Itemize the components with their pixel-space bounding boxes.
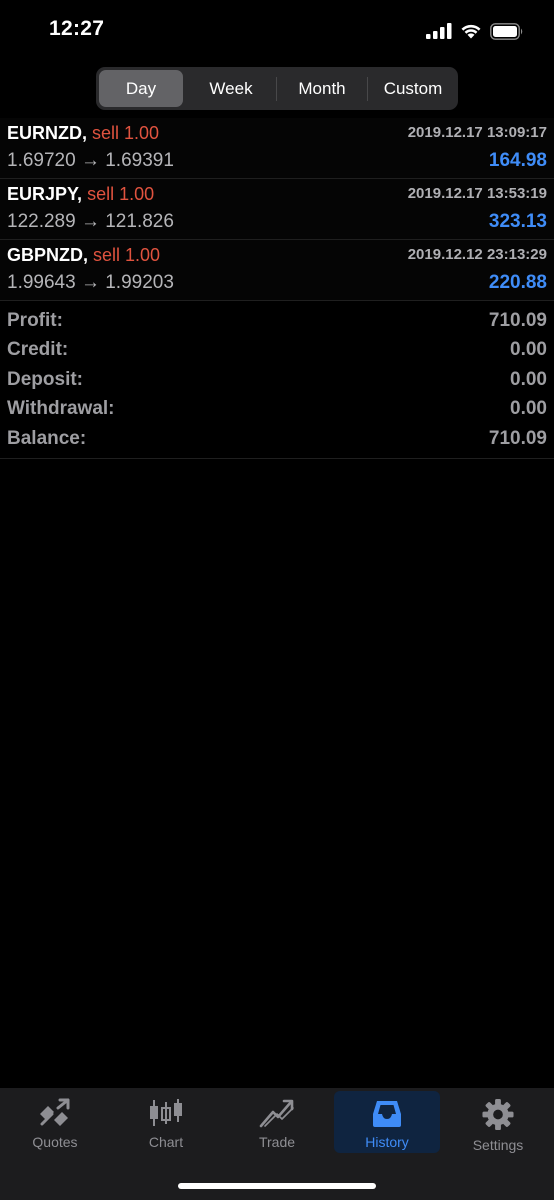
trade-row[interactable]: GBPNZD, sell 1.00 2019.12.12 23:13:29 1.… [0, 240, 554, 301]
wifi-icon [461, 24, 481, 39]
summary-label: Deposit: [7, 368, 83, 390]
summary-value: 0.00 [510, 368, 547, 390]
trade-prices: 1.69720 → 1.69391 [7, 150, 174, 171]
gear-icon [482, 1098, 514, 1131]
trade-time: 2019.12.12 23:13:29 [407, 246, 547, 263]
tab-label: Settings [472, 1137, 524, 1153]
trade-profit: 164.98 [488, 150, 547, 171]
account-summary: Profit: 710.09 Credit: 0.00 Deposit: 0.0… [0, 306, 554, 459]
tab-label: Quotes [32, 1134, 78, 1150]
trade-symbol: EURJPY, sell 1.00 [7, 184, 154, 205]
trade-profit: 220.88 [488, 272, 547, 293]
summary-label: Balance: [7, 427, 87, 449]
segment-divider [276, 76, 277, 101]
symbol-name: EURNZD, [7, 123, 87, 143]
segment-divider [367, 76, 368, 101]
status-bar: 12:27 [0, 0, 554, 62]
trade-symbol: EURNZD, sell 1.00 [7, 123, 159, 144]
tab-label: History [365, 1134, 409, 1150]
home-indicator [178, 1183, 376, 1189]
candlestick-chart-icon [150, 1099, 182, 1126]
period-segmented-control: Day Week Month Custom [96, 67, 458, 110]
inbox-tray-icon [373, 1101, 401, 1127]
segment-day[interactable]: Day [99, 70, 183, 107]
battery-icon [490, 22, 523, 40]
summary-row-withdrawal: Withdrawal: 0.00 [0, 395, 554, 425]
quotes-icon [40, 1098, 70, 1126]
tab-chart[interactable]: Chart [113, 1091, 219, 1153]
summary-row-deposit: Deposit: 0.00 [0, 365, 554, 395]
tab-settings[interactable]: Settings [445, 1091, 551, 1153]
trade-side: sell 1.00 [87, 184, 155, 204]
history-screen: 12:27 Day Week Month Custom EURNZD, sell… [0, 0, 554, 1200]
trade-time: 2019.12.17 13:53:19 [407, 185, 547, 202]
summary-label: Credit: [7, 339, 69, 361]
symbol-name: EURJPY, [7, 184, 83, 204]
summary-row-profit: Profit: 710.09 [0, 306, 554, 336]
trade-profit: 323.13 [488, 211, 547, 232]
summary-value: 0.00 [510, 339, 547, 361]
tab-history[interactable]: History [334, 1091, 440, 1153]
tab-label: Trade [258, 1134, 296, 1150]
trade-symbol: GBPNZD, sell 1.00 [7, 245, 160, 266]
cellular-signal-icon [426, 23, 452, 39]
trade-time: 2019.12.17 13:09:17 [407, 124, 547, 141]
trade-side: sell 1.00 [93, 245, 161, 265]
summary-value: 0.00 [510, 398, 547, 420]
summary-value: 710.09 [488, 309, 547, 331]
trade-prices: 122.289 → 121.826 [7, 211, 174, 232]
segment-custom[interactable]: Custom [371, 70, 455, 107]
status-icons [426, 20, 524, 42]
symbol-name: GBPNZD, [7, 245, 88, 265]
trade-row[interactable]: EURNZD, sell 1.00 2019.12.17 13:09:17 1.… [0, 118, 554, 179]
tab-label: Chart [148, 1134, 184, 1150]
tab-quotes[interactable]: Quotes [2, 1091, 108, 1153]
status-time: 12:27 [49, 17, 105, 40]
segment-month[interactable]: Month [280, 70, 364, 107]
trade-prices: 1.99643 → 1.99203 [7, 272, 174, 293]
summary-row-balance: Balance: 710.09 [0, 424, 554, 454]
segment-week[interactable]: Week [189, 70, 273, 107]
summary-value: 710.09 [488, 427, 547, 449]
trade-row[interactable]: EURJPY, sell 1.00 2019.12.17 13:53:19 12… [0, 179, 554, 240]
trade-side: sell 1.00 [92, 123, 160, 143]
summary-row-credit: Credit: 0.00 [0, 336, 554, 366]
trade-history-list: EURNZD, sell 1.00 2019.12.17 13:09:17 1.… [0, 118, 554, 301]
summary-label: Profit: [7, 309, 63, 331]
trade-icon [259, 1099, 294, 1128]
summary-label: Withdrawal: [7, 398, 115, 420]
tab-trade[interactable]: Trade [224, 1091, 330, 1153]
